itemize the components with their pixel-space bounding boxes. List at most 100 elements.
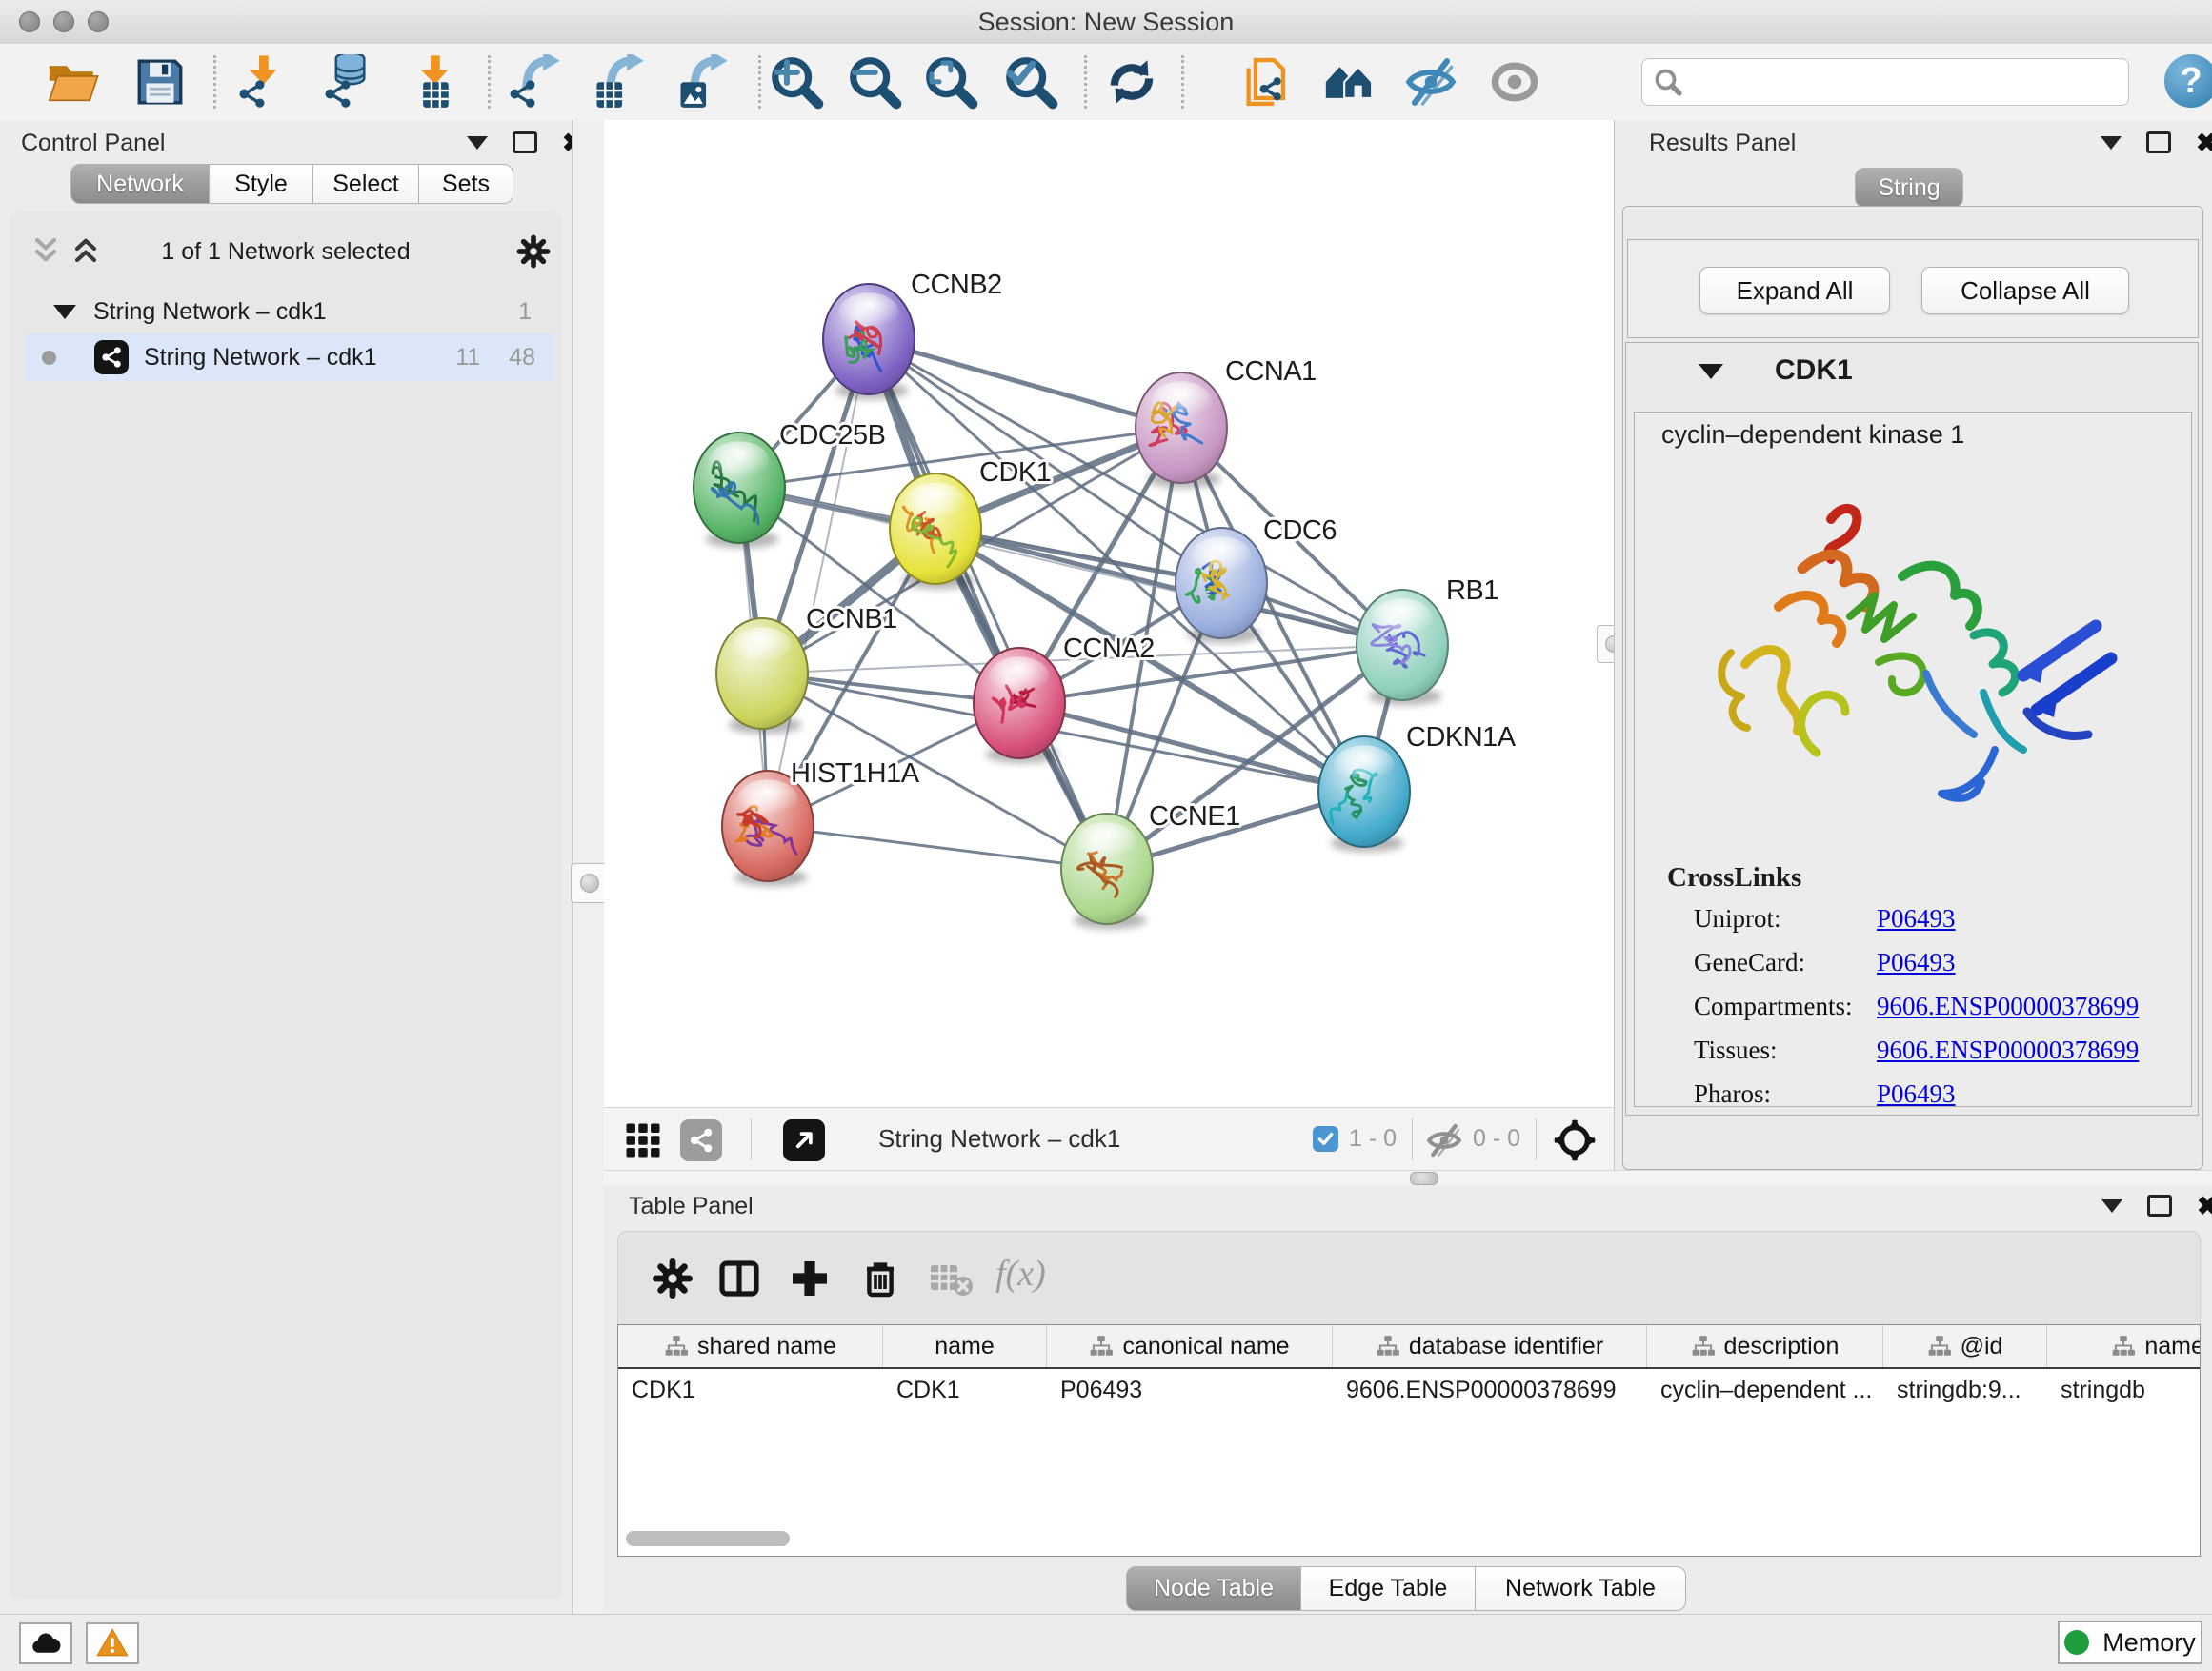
network-tree-root-row[interactable]: String Network – cdk1 1 — [25, 290, 554, 333]
table-cell[interactable]: cyclin–dependent ... — [1647, 1369, 1883, 1411]
crosslink-link[interactable]: 9606.ENSP00000378699 — [1877, 1036, 2139, 1065]
tab-edge-table[interactable]: Edge Table — [1300, 1566, 1476, 1611]
hide-selection-button[interactable] — [1397, 51, 1465, 112]
network-edge-CCNB2-HIST1H1A[interactable] — [768, 339, 869, 826]
delete-table-button[interactable] — [921, 1249, 980, 1308]
function-builder-button[interactable]: f(x) — [995, 1253, 1046, 1295]
delete-column-button[interactable] — [851, 1249, 910, 1308]
network-graph[interactable]: CCNB2CCNA1CDC25BCDK1CDC6RB1CCNB1CCNA2CDK… — [604, 120, 1614, 1107]
panel-menu-icon[interactable] — [2101, 136, 2122, 150]
network-node-CCNE1[interactable]: CCNE1 — [1061, 801, 1240, 929]
network-tree-selected-row[interactable]: String Network – cdk1 11 48 — [25, 333, 554, 381]
panel-float-icon[interactable] — [2147, 1195, 2172, 1217]
crosslink-link[interactable]: P06493 — [1877, 904, 1956, 934]
crosslink-label: Pharos: — [1694, 1079, 1771, 1108]
table-cell[interactable]: stringdb — [2047, 1369, 2201, 1411]
section-collapse-icon[interactable] — [1699, 364, 1723, 379]
table-cell[interactable]: P06493 — [1047, 1369, 1333, 1411]
zoom-fit-button[interactable] — [916, 51, 985, 112]
import-table-file-button[interactable] — [400, 51, 469, 112]
column-header-name[interactable]: name — [883, 1325, 1047, 1367]
tab-style[interactable]: Style — [209, 164, 313, 204]
left-splitter-handle[interactable] — [571, 863, 609, 903]
crosslink-link[interactable]: P06493 — [1877, 1079, 1956, 1109]
grid-view-icon[interactable] — [623, 1120, 663, 1160]
selected-checkbox[interactable] — [1313, 1126, 1338, 1152]
column-header--id[interactable]: @id — [1883, 1325, 2047, 1367]
show-columns-button[interactable] — [710, 1249, 769, 1308]
zoom-out-button[interactable] — [840, 51, 909, 112]
zoom-selected-button[interactable] — [996, 51, 1065, 112]
network-node-HIST1H1A[interactable]: HIST1H1A — [722, 758, 920, 886]
column-header-description[interactable]: description — [1647, 1325, 1883, 1367]
bottom-splitter-handle[interactable] — [1410, 1172, 1438, 1185]
table-settings-button[interactable] — [643, 1249, 702, 1308]
expand-all-icon[interactable] — [69, 234, 103, 269]
expand-all-button[interactable]: Expand All — [1699, 267, 1890, 314]
hidden-eye-slash-icon[interactable] — [1425, 1121, 1463, 1159]
tab-sets[interactable]: Sets — [418, 164, 513, 204]
tab-string[interactable]: String — [1855, 168, 1963, 208]
panel-float-icon[interactable] — [2146, 131, 2171, 153]
network-node-RB1[interactable]: RB1 — [1357, 575, 1498, 705]
network-canvas[interactable]: CCNB2CCNA1CDC25BCDK1CDC6RB1CCNB1CCNA2CDK… — [604, 120, 1614, 1107]
tab-select[interactable]: Select — [312, 164, 419, 204]
column-header-shared-name[interactable]: shared name — [618, 1325, 883, 1367]
import-network-database-button[interactable] — [314, 51, 383, 112]
table-cell[interactable]: CDK1 — [618, 1369, 883, 1411]
panel-close-icon[interactable]: ✖ — [2196, 133, 2212, 152]
welcome-screen-button[interactable] — [1315, 51, 1383, 112]
table-panel: Table Panel ✖ f(x) shared namenamecanoni… — [604, 1185, 2212, 1614]
help-button[interactable]: ? — [2164, 54, 2212, 108]
tree-expand-icon[interactable] — [53, 305, 76, 319]
panel-menu-icon[interactable] — [2101, 1199, 2122, 1213]
column-header-namespace[interactable]: namespace — [2047, 1325, 2201, 1367]
network-overview-icon[interactable] — [680, 1119, 722, 1161]
memory-button[interactable]: Memory — [2058, 1621, 2202, 1664]
apply-layout-button[interactable] — [1097, 51, 1166, 112]
node-count: 11 — [455, 344, 480, 372]
network-edge-HIST1H1A-CCNE1[interactable] — [768, 826, 1107, 869]
window-close-button[interactable] — [19, 11, 40, 32]
panel-float-icon[interactable] — [513, 131, 537, 153]
export-table-button[interactable] — [583, 51, 652, 112]
panel-close-icon[interactable]: ✖ — [2197, 1197, 2212, 1216]
bottom-splitter[interactable] — [604, 1170, 2212, 1186]
warnings-button[interactable] — [86, 1622, 139, 1664]
export-network-button[interactable] — [499, 51, 568, 112]
crosslink-link[interactable]: 9606.ENSP00000378699 — [1877, 992, 2139, 1021]
save-session-button[interactable] — [126, 51, 194, 112]
table-cell[interactable]: CDK1 — [883, 1369, 1047, 1411]
network-edge-CCNB2-CCNE1[interactable] — [869, 339, 1107, 869]
clone-network-button[interactable] — [1233, 51, 1301, 112]
network-list-gear-icon[interactable] — [514, 232, 553, 271]
network-node-CDKN1A[interactable]: CDKN1A — [1318, 722, 1517, 852]
create-column-button[interactable] — [780, 1249, 839, 1308]
cloud-status-button[interactable] — [19, 1622, 72, 1664]
export-image-button[interactable] — [667, 51, 735, 112]
tab-node-table[interactable]: Node Table — [1126, 1566, 1301, 1611]
column-header-database-identifier[interactable]: database identifier — [1333, 1325, 1647, 1367]
tab-network[interactable]: Network — [70, 164, 210, 204]
crosslink-row: Compartments:9606.ENSP00000378699 — [1694, 992, 1852, 1021]
panel-menu-icon[interactable] — [467, 136, 488, 150]
import-network-file-button[interactable] — [229, 51, 297, 112]
window-minimize-button[interactable] — [53, 11, 74, 32]
search-input[interactable] — [1682, 68, 2128, 96]
column-header-canonical-name[interactable]: canonical name — [1047, 1325, 1333, 1367]
detach-view-icon[interactable] — [783, 1119, 825, 1161]
network-node-CCNA1[interactable]: CCNA1 — [1136, 356, 1317, 488]
crosslink-link[interactable]: P06493 — [1877, 948, 1956, 977]
birdseye-crosshair-icon[interactable] — [1553, 1118, 1597, 1162]
open-session-button[interactable] — [38, 51, 107, 112]
table-cell[interactable]: stringdb:9... — [1883, 1369, 2047, 1411]
table-cell[interactable]: 9606.ENSP00000378699 — [1333, 1369, 1647, 1411]
collapse-all-icon[interactable] — [29, 234, 63, 269]
window-zoom-button[interactable] — [88, 11, 109, 32]
collapse-all-button[interactable]: Collapse All — [1921, 267, 2129, 314]
network-node-CDC25B[interactable]: CDC25B — [694, 420, 885, 548]
zoom-in-button[interactable] — [762, 51, 831, 112]
show-hidden-button[interactable] — [1480, 51, 1549, 112]
tab-network-table[interactable]: Network Table — [1475, 1566, 1686, 1611]
table-horizontal-scrollbar[interactable] — [626, 1531, 790, 1546]
